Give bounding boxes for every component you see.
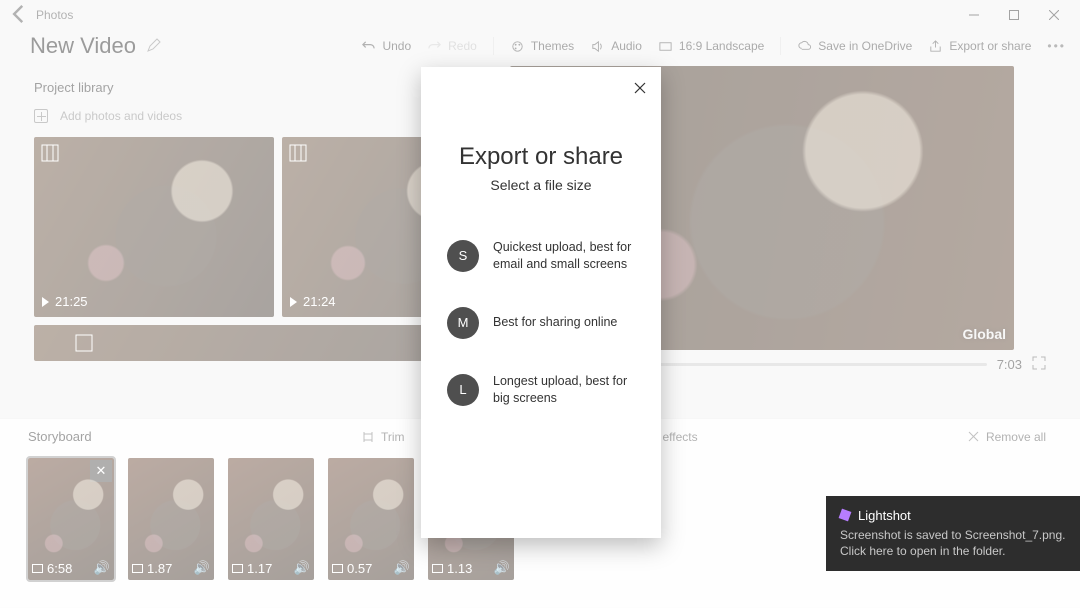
modal-close-button[interactable] (627, 75, 653, 101)
export-option-small[interactable]: S Quickest upload, best for email and sm… (447, 239, 635, 273)
export-option-large[interactable]: L Longest upload, best for big screens (447, 373, 635, 407)
option-desc: Quickest upload, best for email and smal… (493, 239, 635, 273)
option-desc: Longest upload, best for big screens (493, 373, 635, 407)
size-badge: S (447, 240, 479, 272)
lightshot-icon (839, 509, 852, 522)
modal-subtitle: Select a file size (447, 177, 635, 193)
export-option-medium[interactable]: M Best for sharing online (447, 307, 635, 339)
toast-line1: Screenshot is saved to Screenshot_7.png. (840, 527, 1066, 543)
notification-toast[interactable]: Lightshot Screenshot is saved to Screens… (826, 496, 1080, 571)
modal-title: Export or share (447, 143, 635, 171)
toast-line2: Click here to open in the folder. (840, 543, 1066, 559)
size-badge: M (447, 307, 479, 339)
toast-app: Lightshot (858, 508, 911, 523)
size-badge: L (447, 374, 479, 406)
option-desc: Best for sharing online (493, 314, 617, 331)
export-modal: Export or share Select a file size S Qui… (421, 67, 661, 538)
